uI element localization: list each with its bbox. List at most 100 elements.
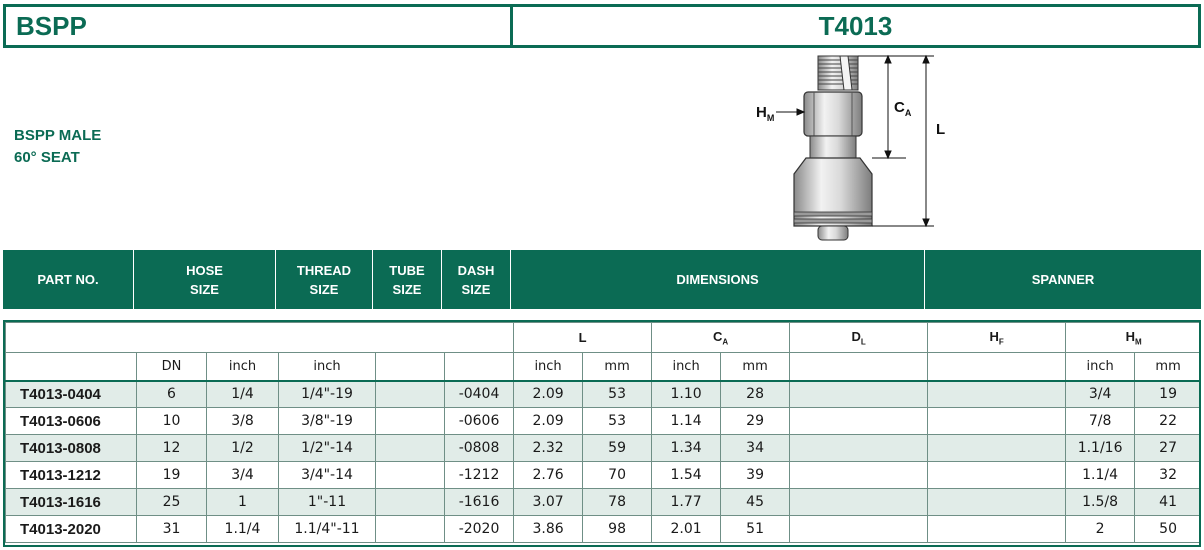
cell-ca-mm: 29	[720, 407, 791, 435]
cell-thread: 1.1/4"-11	[278, 515, 376, 543]
fitting-drawing: HM CA L	[756, 54, 945, 241]
cell-inch: 1	[206, 488, 279, 516]
cell-hf	[927, 488, 1067, 516]
cell-inch: 1.1/4	[206, 515, 279, 543]
cell-ca-in: 1.77	[651, 488, 722, 516]
cell-dn: 25	[136, 488, 207, 516]
cell-part: T4013-0808	[5, 434, 137, 462]
cell-part: T4013-0404	[5, 380, 137, 408]
subheader-ca: CA	[651, 322, 791, 353]
cell-l-mm: 53	[582, 380, 653, 408]
cell-dn: 10	[136, 407, 207, 435]
cell-dn: 19	[136, 461, 207, 489]
cell-inch: 3/8	[206, 407, 279, 435]
cell-tube	[375, 407, 445, 435]
cell-dash: -2020	[443, 515, 515, 543]
col-part-no: PART NO.	[3, 250, 134, 309]
cell-l-in: 3.07	[513, 488, 584, 516]
table-row: T4013-1616 25 1 1"-11 -1616 3.07 78 1.77 45 1.5/8…	[5, 488, 1199, 516]
subheader-hf: HF	[927, 322, 1067, 353]
unit-hm-inch: inch	[1065, 352, 1136, 382]
hose-stub	[817, 225, 849, 241]
cell-l-in: 2.09	[513, 407, 584, 435]
cell-hm-in: 1.1/16	[1065, 434, 1136, 462]
unit-ca-mm: mm	[720, 352, 791, 382]
cell-dl	[789, 407, 929, 435]
cell-inch: 1/4	[206, 380, 279, 408]
cell-hf	[927, 380, 1067, 408]
cell-thread: 1"-11	[278, 488, 376, 516]
cell-hm-mm: 27	[1134, 434, 1199, 462]
col-hose-size: HOSE SIZE	[134, 250, 276, 309]
cell-hm-in: 1.1/4	[1065, 461, 1136, 489]
unit-ca-inch: inch	[651, 352, 722, 382]
table-row: T4013-0606 10 3/8 3/8"-19 -0606 2.09 53 1.14 29 7…	[5, 407, 1199, 435]
unit-thread-inch: inch	[278, 352, 376, 382]
series-title: BSPP	[3, 4, 512, 48]
cell-hm-in: 3/4	[1065, 380, 1136, 408]
fitting-neck	[809, 135, 857, 159]
cell-dl	[789, 380, 929, 408]
cell-dn: 31	[136, 515, 207, 543]
cell-hm-in: 2	[1065, 515, 1136, 543]
subheader-row-2: DN inch inch inch mm inch mm inch mm	[5, 352, 1199, 382]
series-title-text: BSPP	[16, 10, 87, 41]
cell-part: T4013-1616	[5, 488, 137, 516]
unit-l-inch: inch	[513, 352, 584, 382]
cell-ca-mm: 51	[720, 515, 791, 543]
table-body: T4013-0404 6 1/4 1/4"-19 -0404 2.09 53 1.10 28 3/…	[5, 380, 1199, 543]
cell-l-in: 2.32	[513, 434, 584, 462]
cell-inch: 1/2	[206, 434, 279, 462]
cell-dl	[789, 515, 929, 543]
part-title-text: T4013	[818, 10, 893, 41]
table-row: T4013-0808 12 1/2 1/2"-14 -0808 2.32 59 1.34 34 1…	[5, 434, 1199, 462]
cell-l-mm: 59	[582, 434, 653, 462]
data-table: L CA DL HF HM DN inch inch inch mm inch …	[3, 320, 1201, 547]
l-label: L	[936, 121, 945, 138]
col-spanner: SPANNER	[1031, 272, 1095, 287]
cell-ca-mm: 39	[720, 461, 791, 489]
cell-hm-mm: 22	[1134, 407, 1199, 435]
cell-l-mm: 78	[582, 488, 653, 516]
cell-ca-in: 1.34	[651, 434, 722, 462]
description-line-2: 60° SEAT	[14, 149, 80, 166]
cell-hm-in: 7/8	[1065, 407, 1136, 435]
unit-hose-inch: inch	[206, 352, 279, 382]
ca-label: CA	[894, 99, 912, 118]
cell-dn: 12	[136, 434, 207, 462]
table-row: T4013-2020 31 1.1/4 1.1/4"-11 -2020 3.86 98 2.0…	[5, 515, 1199, 543]
cell-ca-in: 1.10	[651, 380, 722, 408]
thread-tip	[817, 55, 859, 91]
cell-ca-mm: 28	[720, 380, 791, 408]
cell-ca-in: 1.14	[651, 407, 722, 435]
unit-dn: DN	[136, 352, 207, 382]
subheader-row-1: L CA DL HF HM	[5, 322, 1199, 353]
socket	[793, 157, 873, 227]
cell-dash: -0606	[443, 407, 515, 435]
cell-tube	[375, 461, 445, 489]
cell-dash: -1212	[443, 461, 515, 489]
cell-dash: -1616	[443, 488, 515, 516]
cell-thread: 1/4"-19	[278, 380, 376, 408]
cell-dn: 6	[136, 380, 207, 408]
part-title: T4013	[510, 4, 1201, 48]
unit-hm-mm: mm	[1134, 352, 1199, 382]
cell-hm-mm: 32	[1134, 461, 1199, 489]
cell-tube	[375, 515, 445, 543]
subheader-hm: HM	[1065, 322, 1199, 353]
cell-hm-in: 1.5/8	[1065, 488, 1136, 516]
col-dash-size: DASH SIZE	[442, 250, 511, 309]
cell-dash: -0404	[443, 380, 515, 408]
cell-thread: 1/2"-14	[278, 434, 376, 462]
cell-dash: -0808	[443, 434, 515, 462]
cell-tube	[375, 434, 445, 462]
cell-hf	[927, 461, 1067, 489]
subheader-l: L	[513, 322, 653, 353]
hm-label: HM	[756, 104, 774, 123]
cell-dl	[789, 461, 929, 489]
cell-hf	[927, 434, 1067, 462]
cell-dl	[789, 434, 929, 462]
hex-nut	[803, 91, 863, 137]
cell-l-in: 2.76	[513, 461, 584, 489]
table-row: T4013-0404 6 1/4 1/4"-19 -0404 2.09 53 1.10 28 3/…	[5, 380, 1199, 408]
